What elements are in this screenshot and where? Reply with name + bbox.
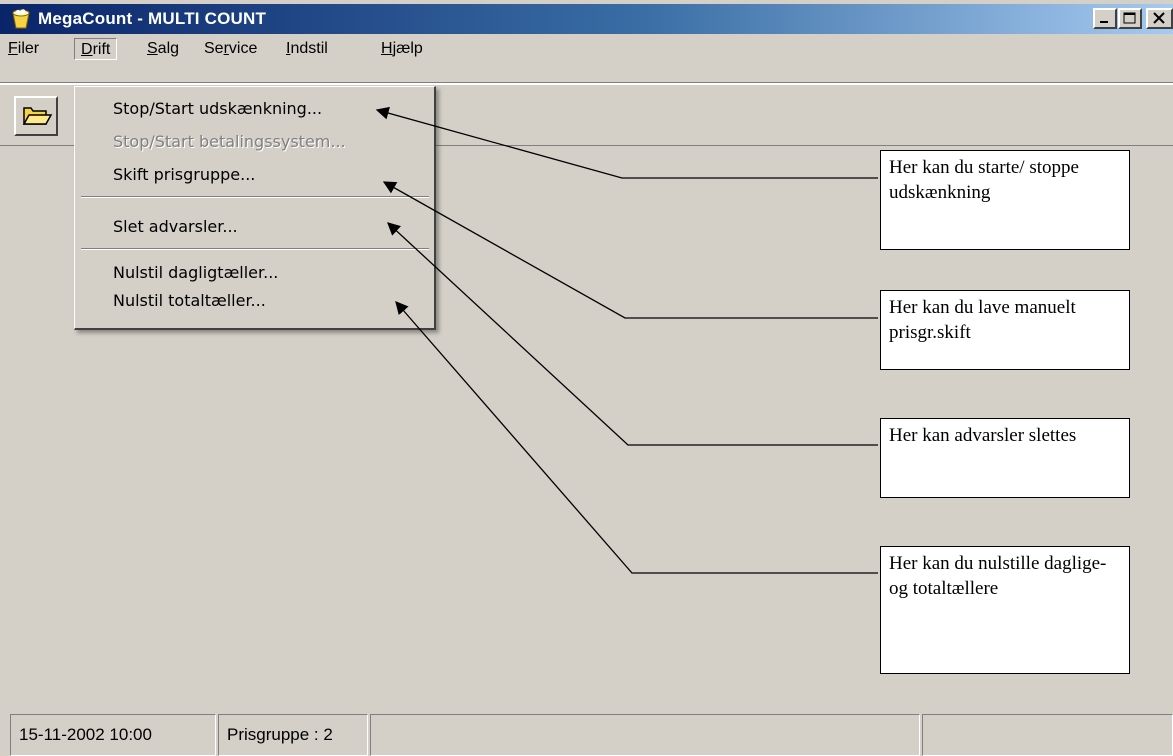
menu-indstil[interactable]: Indstil [280, 38, 334, 60]
menu-bar: Filer Drift Salg Service Indstil Hjælp [0, 34, 1173, 64]
callout-prisgruppe: Her kan du lave manuelt prisgr.skift [880, 290, 1130, 370]
menu-hjaelp[interactable]: Hjælp [375, 38, 429, 60]
menu-hjaelp-label: Hjælp [381, 40, 423, 57]
menuitem-nulstil-totaltaeller[interactable]: Nulstil totaltæller... [113, 289, 266, 313]
status-datetime: 15-11-2002 10:00 [10, 714, 216, 756]
menu-drift-label: Drift [81, 41, 111, 58]
callout-nulstil: Her kan du nulstille daglige- og totaltæ… [880, 546, 1130, 674]
minimize-button[interactable] [1093, 8, 1117, 29]
maximize-icon [1123, 12, 1136, 24]
close-icon [1153, 12, 1165, 24]
callout-start-stop: Her kan du starte/ stoppe udskænkning [880, 150, 1130, 250]
menu-service[interactable]: Service [198, 38, 263, 60]
arrow-advarsler [387, 222, 878, 446]
drift-dropdown-menu: Stop/Start udskænkning... Stop/Start bet… [74, 86, 436, 330]
close-button[interactable] [1146, 8, 1173, 29]
folder-open-icon [22, 107, 53, 125]
menuitem-stop-start-betalingssystem: Stop/Start betalingssystem... [113, 132, 346, 151]
callout-advarsler: Her kan advarsler slettes [880, 418, 1130, 498]
open-button[interactable] [14, 96, 58, 136]
menuitem-skift-prisgruppe[interactable]: Skift prisgruppe... [113, 163, 255, 187]
app-icon [12, 9, 30, 29]
menu-service-label: Service [204, 40, 258, 57]
menu-salg-label: Salg [147, 40, 180, 57]
menu-separator [81, 248, 429, 250]
menu-indstil-label: Indstil [286, 40, 328, 57]
menu-separator [81, 196, 429, 198]
menu-salg[interactable]: Salg [141, 38, 185, 60]
window-title: MegaCount - MULTI COUNT [38, 9, 267, 28]
arrow-prisgruppe [382, 181, 878, 319]
status-bar: 15-11-2002 10:00 Prisgruppe : 2 [0, 714, 1173, 756]
minimize-icon [1100, 21, 1108, 23]
menuitem-stop-start-udskaenkning[interactable]: Stop/Start udskænkning... [113, 97, 322, 121]
arrow-nulstil [395, 301, 878, 574]
menu-drift[interactable]: Drift [74, 38, 118, 60]
status-pricegroup: Prisgruppe : 2 [218, 714, 368, 756]
title-bar[interactable]: MegaCount - MULTI COUNT [0, 4, 1173, 34]
menu-filer-label: Filer [8, 40, 40, 57]
maximize-button[interactable] [1118, 8, 1142, 29]
status-panel-3 [370, 714, 920, 756]
status-panel-4 [922, 714, 1173, 756]
menuitem-nulstil-dagligtaeller[interactable]: Nulstil dagligtæller... [113, 261, 278, 285]
menuitem-slet-advarsler[interactable]: Slet advarsler... [113, 215, 238, 239]
menu-filer[interactable]: Filer [2, 38, 45, 60]
